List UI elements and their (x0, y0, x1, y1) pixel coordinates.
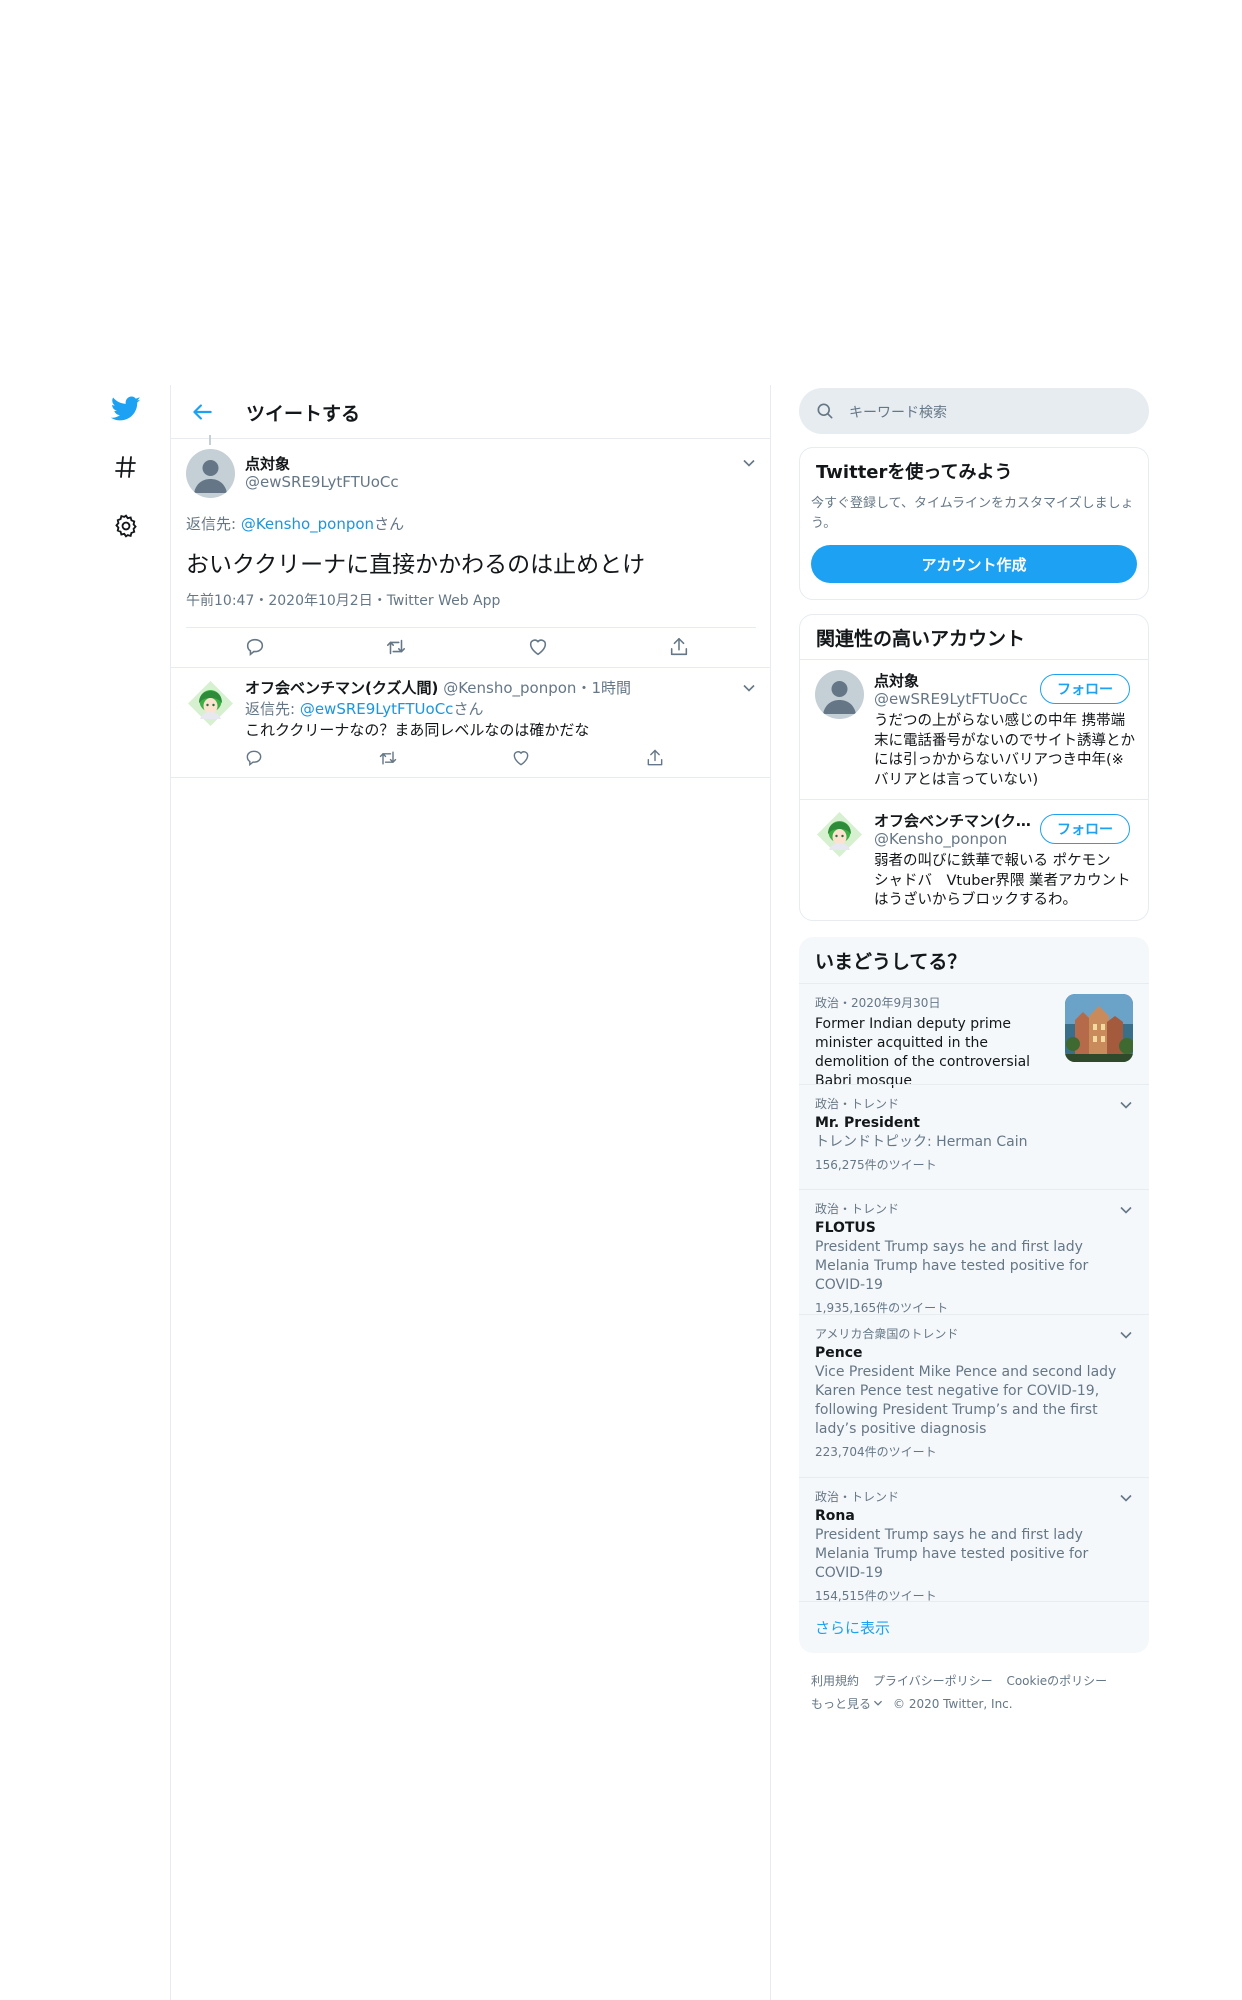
footer-link-cookies[interactable]: Cookieのポリシー (1006, 1674, 1107, 1688)
footer-link-terms[interactable]: 利用規約 (811, 1674, 859, 1688)
account-bio: 弱者の叫びに鉄華で報いる ポケモン シャドバ Vtuber界隈 業者アカウントは… (874, 853, 1131, 908)
trend-count: 156,275件のツイート (815, 1158, 937, 1172)
retweet-icon[interactable] (378, 748, 400, 770)
copyright: © 2020 Twitter, Inc. (893, 1696, 1013, 1711)
retweet-icon[interactable] (385, 636, 407, 658)
trend-count: 154,515件のツイート (815, 1589, 937, 1603)
follow-button[interactable]: フォロー (1040, 674, 1130, 704)
tweet-text: おいククリーナに直接かかわるのは止めとけ (186, 552, 646, 578)
gear-icon[interactable] (110, 510, 142, 542)
reply-icon[interactable] (244, 636, 266, 658)
reply-tweet[interactable]: オフ会ベンチマン(クズ人間) @Kensho_ponpon・1時間 返信先: @… (171, 668, 770, 778)
trend-name: Rona (815, 1508, 855, 1524)
account-handle[interactable]: @ewSRE9LytFTUoCc (874, 690, 1028, 708)
trend-description: President Trump says he and first lady M… (815, 1239, 1089, 1293)
signup-card: Twitterを使ってみよう 今すぐ登録して、タイムラインをカスタマイズしましょ… (799, 447, 1149, 600)
chevron-down-icon[interactable] (1119, 1202, 1133, 1221)
footer-more-link[interactable]: もっと見る (811, 1695, 871, 1712)
trend-item[interactable]: 政治・トレンド Mr. President トレンドトピック: Herman C… (799, 1084, 1149, 1189)
chevron-down-icon[interactable] (873, 1697, 883, 1711)
back-arrow-icon[interactable] (189, 399, 215, 425)
author-handle[interactable]: @ewSRE9LytFTUoCc (245, 473, 399, 491)
account-bio: うだつの上がらない感じの中年 携帯端末に電話番号がないのでサイト誘導とかには引っ… (874, 713, 1135, 788)
main-column: ツイートする 点対象 @ewSRE9LytFTUoCc 返信先: @Kensho… (170, 385, 771, 2000)
chevron-down-icon[interactable] (742, 680, 756, 699)
footer-meta: もっと見る © 2020 Twitter, Inc. (811, 1695, 1023, 1712)
related-accounts-card: 関連性の高いアカウント 点対象 @ewSRE9LytFTUoCc フォロー うだ… (799, 614, 1149, 921)
reply-to-link[interactable]: @Kensho_ponpon (241, 515, 374, 533)
main-tweet: 点対象 @ewSRE9LytFTUoCc 返信先: @Kensho_ponpon… (171, 435, 770, 668)
account-name[interactable]: 点対象 (874, 670, 919, 691)
create-account-button[interactable]: アカウント作成 (811, 545, 1137, 583)
related-accounts-title: 関連性の高いアカウント (816, 627, 1026, 650)
trends-card: いまどうしてる？ 政治・2020年9月30日 Former Indian dep… (799, 937, 1149, 1653)
author-handle[interactable]: @Kensho_ponpon (443, 679, 576, 697)
like-heart-icon[interactable] (527, 636, 549, 658)
search-icon (815, 401, 835, 425)
thread-line (209, 435, 211, 445)
trend-item[interactable]: アメリカ合衆国のトレンド Pence Vice President Mike P… (799, 1314, 1149, 1477)
search-input[interactable]: キーワード検索 (849, 402, 947, 422)
trend-name: Pence (815, 1345, 863, 1361)
trend-category: 政治・トレンド (815, 1490, 900, 1504)
trend-description: トレンドトピック: Herman Cain (815, 1134, 1028, 1150)
reply-prefix: 返信先: (245, 700, 300, 718)
follow-button[interactable]: フォロー (1040, 814, 1130, 844)
signup-title: Twitterを使ってみよう (816, 462, 1013, 483)
trend-count: 223,704件のツイート (815, 1445, 937, 1459)
account-row[interactable]: オフ会ベンチマン(ク… @Kensho_ponpon フォロー 弱者の叫びに鉄華… (800, 799, 1148, 920)
twitter-bird-icon[interactable] (110, 393, 142, 425)
trend-item[interactable]: 政治・トレンド FLOTUS President Trump says he a… (799, 1189, 1149, 1315)
footer-link-privacy[interactable]: プライバシーポリシー (873, 1674, 993, 1688)
divider (186, 627, 756, 628)
share-icon[interactable] (668, 636, 690, 658)
show-more-link[interactable]: さらに表示 (815, 1617, 890, 1638)
account-handle[interactable]: @Kensho_ponpon (874, 830, 1007, 848)
footer-links: 利用規約 プライバシーポリシー Cookieのポリシー (811, 1672, 1117, 1689)
trend-item[interactable]: 政治・トレンド Rona President Trump says he and… (799, 1477, 1149, 1603)
reply-context: 返信先: @ewSRE9LytFTUoCcさん (245, 698, 483, 719)
search-bar[interactable]: キーワード検索 (799, 388, 1149, 434)
news-thumbnail (1065, 994, 1133, 1062)
reply-prefix: 返信先: (186, 515, 241, 533)
tweet-meta[interactable]: 午前10:47・2020年10月2日・Twitter Web App (186, 590, 500, 610)
chevron-down-icon[interactable] (1119, 1490, 1133, 1509)
trend-description: President Trump says he and first lady M… (815, 1527, 1089, 1581)
reply-context: 返信先: @Kensho_ponponさん (186, 513, 404, 534)
trend-description: Vice President Mike Pence and second lad… (815, 1364, 1117, 1437)
tweet-time[interactable]: ・1時間 (576, 679, 631, 697)
author-name[interactable]: 点対象 (245, 453, 290, 474)
avatar[interactable] (815, 670, 864, 719)
trend-name: FLOTUS (815, 1220, 876, 1236)
news-headline: Former Indian deputy prime minister acqu… (815, 1016, 1031, 1089)
reply-icon[interactable] (244, 748, 266, 770)
trend-category: アメリカ合衆国のトレンド (815, 1327, 959, 1341)
hashtag-icon[interactable] (110, 451, 142, 483)
chevron-down-icon[interactable] (1119, 1327, 1133, 1346)
account-row[interactable]: 点対象 @ewSRE9LytFTUoCc フォロー うだつの上がらない感じの中年… (800, 659, 1148, 799)
chevron-down-icon[interactable] (1119, 1097, 1133, 1116)
tweet-text: これククリーナなの？まあ同レベルなのは確かだな (245, 721, 590, 739)
trend-category: 政治・トレンド (815, 1202, 900, 1216)
like-heart-icon[interactable] (511, 748, 533, 770)
reply-to-link[interactable]: @ewSRE9LytFTUoCc (300, 700, 454, 718)
main-header: ツイートする (171, 385, 770, 439)
trends-title: いまどうしてる？ (815, 950, 967, 973)
account-name[interactable]: オフ会ベンチマン(ク… (874, 810, 1034, 831)
share-icon[interactable] (645, 748, 667, 770)
news-item[interactable]: 政治・2020年9月30日 Former Indian deputy prime… (799, 983, 1149, 1089)
signup-description: 今すぐ登録して、タイムラインをカスタマイズしましょう。 (811, 496, 1134, 531)
page-title: ツイートする (246, 403, 361, 425)
trend-category: 政治・トレンド (815, 1097, 900, 1111)
chevron-down-icon[interactable] (742, 455, 756, 474)
trend-name: Mr. President (815, 1115, 920, 1131)
author-name[interactable]: オフ会ベンチマン(クズ人間) (245, 679, 438, 697)
avatar[interactable] (815, 810, 864, 859)
tweet-header: オフ会ベンチマン(クズ人間) @Kensho_ponpon・1時間 (245, 677, 631, 698)
avatar[interactable] (186, 679, 235, 728)
reply-suffix: さん (453, 700, 484, 718)
avatar[interactable] (186, 449, 235, 498)
reply-suffix: さん (374, 515, 405, 533)
